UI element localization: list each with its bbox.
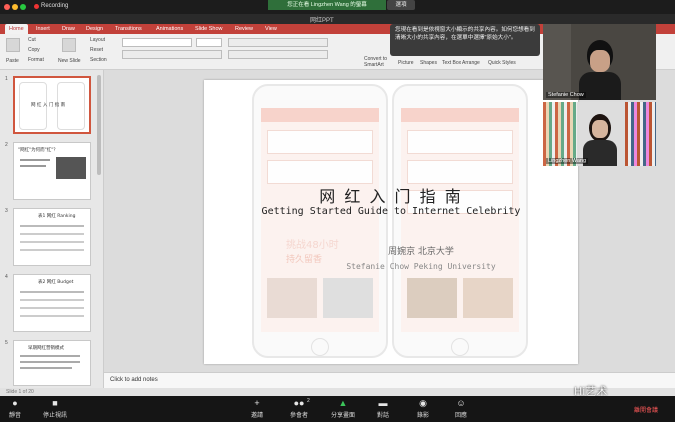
thumb-title: 网 红 入 门 指 南 [31, 103, 66, 108]
new-slide-button[interactable]: New Slide [58, 58, 81, 64]
participants-icon: ●● [293, 398, 305, 408]
slide-author-en: Stefanie Chow Peking University [346, 262, 496, 271]
smiley-icon: ☺ [456, 398, 466, 408]
slide-title-cn: 网 红 入 门 指 南 [319, 187, 463, 206]
slide-thumbnail[interactable]: "网红"为何而"红"？ [13, 142, 91, 200]
tab-animations[interactable]: Animations [156, 26, 183, 32]
slide-count-status: Slide 1 of 20 [6, 389, 34, 395]
thumb-title: 表2 网红 Budget [38, 280, 74, 285]
font-name-select[interactable] [122, 38, 192, 47]
chat-icon: ▬ [378, 398, 388, 408]
phone-mockup-right [392, 84, 528, 358]
thumb-title: 表1 网红 Ranking [38, 214, 76, 219]
stop-video-button[interactable]: ■ 停止視訊 [38, 398, 72, 419]
reactions-button[interactable]: ☺ 回應 [444, 398, 478, 419]
microphone-icon: ● [12, 398, 18, 408]
record-icon: ◉ [419, 398, 427, 408]
participant-name: Stefanie Chow [546, 92, 586, 98]
slide-author-cn: 周婉京 北京大学 [388, 247, 454, 257]
app-titlebar [0, 14, 675, 24]
slide-thumbnail[interactable]: 早期网红营销模式 [13, 340, 91, 386]
paste-button[interactable]: Paste [6, 58, 19, 64]
new-slide-icon[interactable] [62, 38, 76, 52]
copy-button[interactable]: Copy [28, 47, 40, 53]
shapes-button[interactable]: Shapes [420, 60, 437, 66]
tab-view[interactable]: View [265, 26, 277, 32]
format-button[interactable]: Format [28, 57, 44, 63]
chat-button[interactable]: ▬ 對話 [366, 398, 400, 419]
font-size-select[interactable] [196, 38, 222, 47]
minimize-window-icon[interactable] [12, 4, 18, 10]
zoom-topbar: Recording 您正在看 Lingzhen Wang 的螢幕 選項 [0, 0, 675, 14]
font-format-bar[interactable] [122, 50, 222, 59]
participants-button[interactable]: ●● 參會者 2 [282, 398, 316, 419]
slide-thumbnail[interactable]: 表1 网红 Ranking [13, 208, 91, 266]
participant-name: Lingzhen Wang [546, 158, 589, 164]
invite-button[interactable]: + 邀請 [240, 398, 274, 419]
share-screen-button[interactable]: ▲ 分享畫面 [326, 398, 360, 419]
recording-icon [34, 4, 39, 9]
slide-thumbnail-pane: 1 网 红 入 门 指 南 2 "网红"为何而"红"？ 3 表1 网红 Rank… [0, 70, 104, 388]
paste-icon[interactable] [6, 38, 20, 52]
phone-mockup-left [252, 84, 388, 358]
document-title: 网红PPT [310, 18, 334, 24]
thumb-title: 早期网红营销模式 [28, 346, 64, 351]
close-window-icon[interactable] [4, 4, 10, 10]
paragraph-bar[interactable] [228, 38, 328, 47]
maximize-window-icon[interactable] [20, 4, 26, 10]
share-banner: 您正在看 Lingzhen Wang 的螢幕 [268, 0, 386, 10]
thumb-number: 1 [5, 76, 8, 82]
tab-insert[interactable]: Insert [36, 26, 50, 32]
tab-review[interactable]: Review [235, 26, 253, 32]
tab-draw[interactable]: Draw [62, 26, 75, 32]
record-button[interactable]: ◉ 錄影 [406, 398, 440, 419]
tab-home[interactable]: Home [5, 24, 28, 34]
thumb-number: 2 [5, 142, 8, 148]
reset-button[interactable]: Reset [90, 47, 103, 53]
thumb-number: 5 [5, 340, 8, 346]
mute-button[interactable]: ● 靜音 [0, 398, 32, 419]
quick-styles-button[interactable]: Quick Styles [488, 60, 516, 66]
zoom-view-tooltip: 您現在看到是依視窗大小顯示的共享內容。如何您想看到清晰大小的共享內容，在選單中選… [390, 24, 540, 56]
recording-label: Recording [41, 3, 69, 9]
notes-placeholder[interactable]: Click to add notes [110, 377, 158, 383]
share-screen-icon: ▲ [338, 398, 348, 408]
view-options-button[interactable]: 選項 [387, 0, 415, 10]
picture-button[interactable]: Picture [398, 60, 414, 66]
tab-design[interactable]: Design [86, 26, 103, 32]
alignment-bar[interactable] [228, 50, 328, 59]
section-button[interactable]: Section [90, 57, 107, 63]
slide-title-en: Getting Started Guide to Internet Celebr… [261, 206, 521, 217]
video-tile-lingzhen[interactable]: Lingzhen Wang [543, 102, 656, 166]
tab-transitions[interactable]: Transitions [115, 26, 142, 32]
tab-slide-show[interactable]: Slide Show [195, 26, 223, 32]
video-camera-icon: ■ [52, 398, 58, 408]
thumbnail-scrollbar[interactable] [97, 75, 101, 175]
cut-button[interactable]: Cut [28, 37, 36, 43]
zoom-toolbar: ● 靜音 ■ 停止視訊 + 邀請 ●● 參會者 2 ▲ 分享畫面 ▬ 對話 ◉ … [0, 396, 675, 422]
participant-count: 2 [307, 398, 310, 404]
textbox-button[interactable]: Text Box [442, 60, 461, 66]
current-slide[interactable]: 挑战48小时 持久留香 网 红 入 门 指 南 Getting Started … [204, 80, 578, 364]
layout-button[interactable]: Layout [90, 37, 105, 43]
thumb-number: 3 [5, 208, 8, 214]
video-tile-stefanie[interactable]: Stefanie Chow [543, 24, 656, 100]
convert-smartart-button[interactable]: Convert to SmartArt [364, 56, 392, 68]
slide-thumbnail[interactable]: 网 红 入 门 指 南 [13, 76, 91, 134]
invite-icon: + [254, 398, 260, 408]
end-meeting-button[interactable]: 離開會議 [634, 405, 658, 414]
slide-thumbnail[interactable]: 表2 网红 Budget [13, 274, 91, 332]
thumb-title: "网红"为何而"红"？ [18, 148, 58, 153]
thumb-number: 4 [5, 274, 8, 280]
arrange-button[interactable]: Arrange [462, 60, 480, 66]
